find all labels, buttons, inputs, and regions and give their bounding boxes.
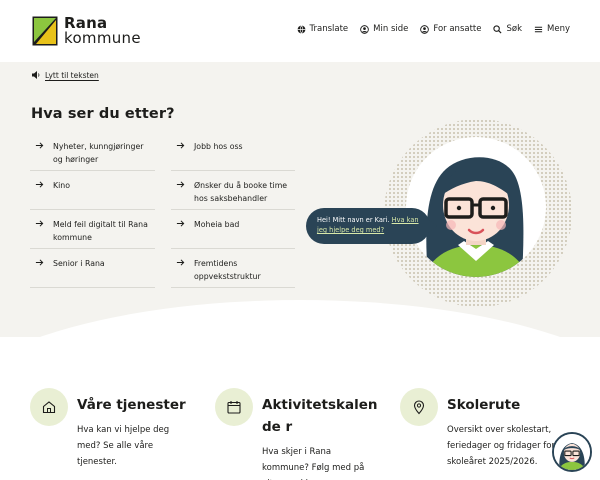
nav-translate-label: Translate [309, 24, 349, 34]
quick-link-label: Senior i Rana [53, 259, 105, 268]
service-text: Hva skjer i Rana kommune? Følg med på al… [262, 447, 365, 480]
service-title: Våre tjenester [77, 397, 186, 413]
nav-menu-label: Meny [547, 24, 570, 34]
quick-link[interactable]: Ønsker du å booke time hos saksbehandler [171, 171, 295, 210]
listen-button[interactable]: Lytt til teksten [31, 70, 99, 80]
user-circle-icon [360, 24, 369, 34]
logo-line-2: kommune [64, 29, 141, 47]
arrow-right-icon [176, 181, 185, 188]
quick-link[interactable]: Kino [30, 171, 155, 210]
logo-text: Rana kommune [64, 16, 141, 46]
quick-links: Nyheter, kunngjøringer og høringer Jobb … [30, 132, 295, 288]
nav-min-side-label: Min side [373, 24, 409, 34]
hero-section: Lytt til teksten Hva ser du etter? Nyhet… [0, 62, 600, 337]
quick-link-label: Jobb hos oss [194, 142, 243, 151]
service-icon-circle [30, 388, 68, 426]
rana-coat-of-arms-icon [32, 16, 58, 46]
arrow-right-icon [35, 142, 44, 149]
nav-search[interactable]: Søk [493, 24, 522, 34]
quick-link[interactable]: Meld feil digitalt til Rana kommune [30, 210, 155, 249]
calendar-icon [227, 401, 241, 414]
quick-link-label: Ønsker du å booke time hos saksbehandler [194, 181, 288, 203]
menu-icon [534, 26, 543, 32]
quick-link-label: Kino [53, 181, 70, 190]
quick-link-label: Meld feil digitalt til Rana kommune [53, 220, 148, 242]
service-text: Hva kan vi hjelpe deg med? Se alle våre … [77, 425, 170, 467]
user-circle-icon [420, 24, 430, 34]
quick-link[interactable]: Fremtidens oppvekststruktur [171, 249, 295, 288]
search-icon [493, 24, 502, 34]
quick-link[interactable]: Nyheter, kunngjøringer og høringer [30, 132, 155, 171]
service-title: Skolerute [447, 397, 521, 413]
nav-for-ansatte-label: For ansatte [433, 24, 482, 34]
quick-link-label: Moheia bad [194, 220, 240, 229]
service-title: Aktivitetskalende r [262, 397, 378, 435]
chatbot-avatar [406, 137, 546, 277]
service-icon-circle [400, 388, 438, 426]
arrow-right-icon [35, 181, 44, 188]
kari-illustration [424, 157, 528, 277]
chat-bubble: Hei! Mitt navn er Kari. Hva kan jeg hjel… [306, 208, 430, 244]
chat-bubble-text: Hei! Mitt navn er Kari. [317, 216, 392, 224]
site-header: Rana kommune Translate Min side For ansa… [0, 0, 600, 62]
arrow-right-icon [35, 259, 44, 266]
chatbot-button[interactable] [552, 432, 592, 472]
globe-icon [297, 24, 305, 34]
nav-menu[interactable]: Meny [534, 24, 570, 34]
service-icon-circle [215, 388, 253, 426]
quick-link[interactable]: Jobb hos oss [171, 132, 295, 171]
location-pin-icon [413, 400, 425, 415]
quick-link-label: Fremtidens oppvekststruktur [194, 259, 261, 281]
hero-curve [0, 300, 600, 337]
nav-for-ansatte[interactable]: For ansatte [420, 24, 481, 34]
arrow-right-icon [35, 220, 44, 227]
quick-link-label: Nyheter, kunngjøringer og høringer [53, 142, 144, 164]
house-icon [42, 401, 56, 414]
nav-min-side[interactable]: Min side [360, 24, 408, 34]
kari-avatar-icon [554, 434, 590, 470]
arrow-right-icon [176, 142, 185, 149]
page-title: Hva ser du etter? [31, 106, 175, 122]
arrow-right-icon [176, 259, 185, 266]
nav-search-label: Søk [506, 24, 523, 34]
chat-bubble-tail [428, 219, 437, 233]
arrow-right-icon [176, 220, 185, 227]
listen-label: Lytt til teksten [45, 70, 99, 80]
quick-link[interactable]: Moheia bad [171, 210, 295, 249]
speaker-icon [32, 71, 40, 79]
nav-translate[interactable]: Translate [297, 24, 349, 34]
top-nav: Translate Min side For ansatte Søk Meny [297, 24, 570, 34]
quick-link[interactable]: Senior i Rana [30, 249, 155, 288]
logo[interactable]: Rana kommune [32, 16, 141, 46]
service-text: Oversikt over skolestart, feriedager og … [447, 425, 555, 467]
